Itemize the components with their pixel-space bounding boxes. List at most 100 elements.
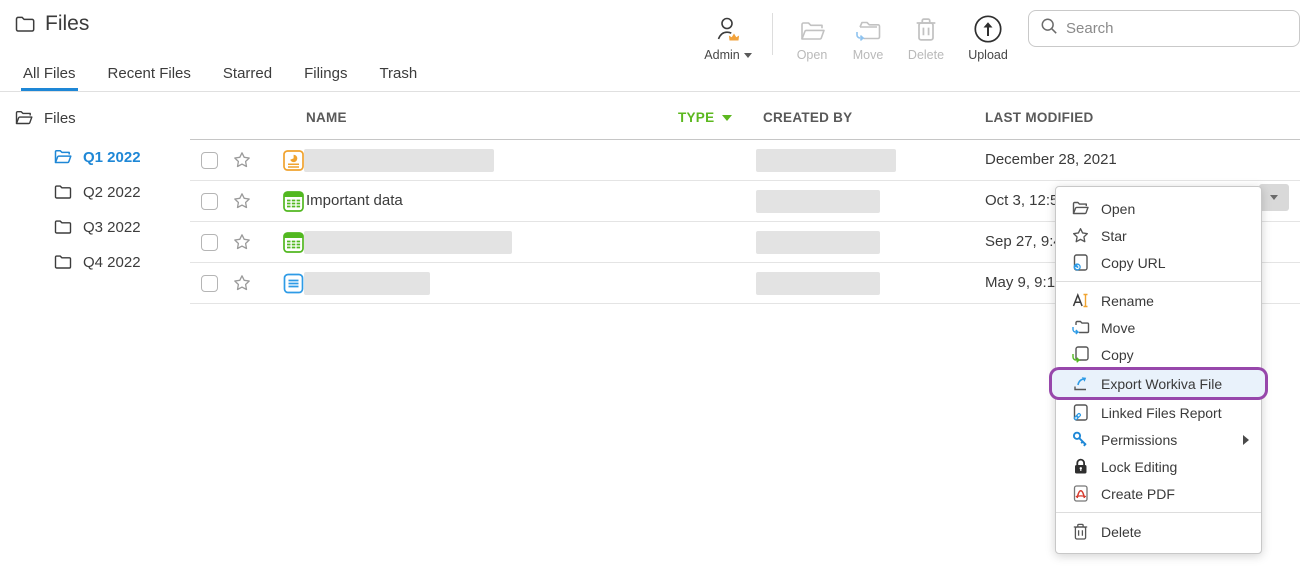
menu-item-open[interactable]: Open (1056, 195, 1261, 222)
column-header-type[interactable]: TYPE (678, 110, 732, 125)
move-button[interactable]: Move (840, 12, 896, 62)
open-button[interactable]: Open (784, 12, 840, 62)
menu-item-label: Copy URL (1101, 255, 1249, 271)
admin-menu-button[interactable]: Admin (700, 12, 756, 62)
open-folder-icon (53, 147, 73, 167)
menu-item-rename[interactable]: Rename (1056, 287, 1261, 314)
column-header-last-modified[interactable]: LAST MODIFIED (985, 110, 1094, 125)
menu-item-create-pdf[interactable]: Create PDF (1056, 480, 1261, 507)
row-context-menu: Open Star Copy URL Rename Move (1055, 186, 1262, 554)
tab-recent-files[interactable]: Recent Files (106, 62, 193, 91)
lock-icon (1071, 457, 1090, 476)
delete-label: Delete (908, 48, 944, 62)
tab-filings[interactable]: Filings (302, 62, 349, 91)
menu-item-label: Export Workiva File (1101, 376, 1253, 392)
menu-item-delete[interactable]: Delete (1056, 518, 1261, 545)
page-title-label: Files (45, 12, 89, 36)
sidebar-item-files-root[interactable]: Files (14, 108, 76, 128)
star-icon[interactable] (232, 191, 252, 211)
menu-item-copy[interactable]: Copy (1056, 341, 1261, 368)
column-header-created-by[interactable]: CREATED BY (763, 110, 852, 125)
column-header-type-label: TYPE (678, 110, 714, 125)
tab-trash[interactable]: Trash (377, 62, 419, 91)
redacted-file-name (304, 231, 512, 254)
menu-item-label: Lock Editing (1101, 459, 1249, 475)
export-icon (1071, 374, 1090, 393)
row-actions-dropdown-button[interactable] (1259, 184, 1289, 211)
tab-all-files[interactable]: All Files (21, 62, 78, 91)
sidebar-item-label: Q1 2022 (83, 149, 141, 166)
menu-item-linked-files-report[interactable]: Linked Files Report (1056, 399, 1261, 426)
open-folder-icon (1071, 199, 1090, 218)
sidebar-item-q1-2022[interactable]: Q1 2022 (53, 147, 141, 167)
file-manager-app: Files Admin Open Move Delete Upload (0, 0, 1300, 568)
tab-bar: All Files Recent Files Starred Filings T… (0, 62, 1300, 92)
page-title: Files (14, 12, 89, 36)
chevron-down-icon (1270, 195, 1278, 200)
submenu-arrow-icon (1243, 435, 1249, 445)
star-icon[interactable] (232, 150, 252, 170)
redacted-file-name (304, 272, 430, 295)
delete-trash-icon (1071, 522, 1090, 541)
menu-item-copy-url[interactable]: Copy URL (1056, 249, 1261, 276)
menu-item-lock-editing[interactable]: Lock Editing (1056, 453, 1261, 480)
redacted-created-by (756, 231, 880, 254)
column-header-name[interactable]: NAME (306, 110, 347, 125)
menu-item-permissions[interactable]: Permissions (1056, 426, 1261, 453)
redacted-created-by (756, 149, 896, 172)
last-modified-value: Sep 27, 9:4 (985, 233, 1062, 250)
spreadsheet-file-icon (282, 231, 305, 254)
table-header: NAME TYPE CREATED BY LAST MODIFIED (190, 100, 1300, 140)
admin-label: Admin (704, 48, 739, 62)
search-input[interactable] (1066, 20, 1288, 37)
move-file-icon (1071, 318, 1090, 337)
menu-item-move[interactable]: Move (1056, 314, 1261, 341)
upload-button[interactable]: Upload (960, 12, 1016, 62)
menu-item-label: Copy (1101, 347, 1249, 363)
menu-item-star[interactable]: Star (1056, 222, 1261, 249)
open-folder-icon (14, 108, 34, 128)
trash-icon (898, 12, 954, 44)
copy-url-icon (1071, 253, 1090, 272)
menu-divider (1056, 512, 1261, 513)
copy-file-icon (1071, 345, 1090, 364)
menu-item-label: Move (1101, 320, 1249, 336)
folder-icon (53, 182, 73, 202)
redacted-file-name (304, 149, 494, 172)
sidebar-item-q4-2022[interactable]: Q4 2022 (53, 252, 141, 272)
admin-user-icon (700, 12, 756, 44)
row-checkbox[interactable] (201, 193, 218, 210)
sidebar-item-q2-2022[interactable]: Q2 2022 (53, 182, 141, 202)
delete-button[interactable]: Delete (898, 12, 954, 62)
row-checkbox[interactable] (201, 275, 218, 292)
star-icon[interactable] (232, 273, 252, 293)
row-checkbox[interactable] (201, 152, 218, 169)
menu-item-label: Linked Files Report (1101, 405, 1249, 421)
sidebar-item-q3-2022[interactable]: Q3 2022 (53, 217, 141, 237)
spreadsheet-file-icon (282, 190, 305, 213)
last-modified-value: May 9, 9:1 (985, 274, 1055, 291)
menu-item-label: Delete (1101, 524, 1249, 540)
permissions-key-icon (1071, 430, 1090, 449)
create-pdf-icon (1071, 484, 1090, 503)
upload-icon (960, 12, 1016, 44)
search-box (1028, 10, 1300, 47)
menu-item-label: Open (1101, 201, 1249, 217)
menu-item-export-workiva-file[interactable]: Export Workiva File (1052, 370, 1265, 397)
last-modified-value: December 28, 2021 (985, 151, 1117, 168)
redacted-created-by (756, 272, 880, 295)
row-checkbox[interactable] (201, 234, 218, 251)
search-icon (1040, 17, 1058, 40)
sidebar-item-label: Q4 2022 (83, 254, 141, 271)
tab-starred[interactable]: Starred (221, 62, 274, 91)
file-name[interactable]: Important data (306, 192, 403, 209)
folder-icon (53, 252, 73, 272)
table-row[interactable]: December 28, 2021 (190, 140, 1300, 181)
menu-item-label: Star (1101, 228, 1249, 244)
sort-desc-icon (722, 115, 732, 121)
folder-icon (14, 13, 36, 35)
open-label: Open (797, 48, 828, 62)
star-icon[interactable] (232, 232, 252, 252)
crown-icon (729, 34, 739, 41)
sidebar-item-label: Q2 2022 (83, 184, 141, 201)
